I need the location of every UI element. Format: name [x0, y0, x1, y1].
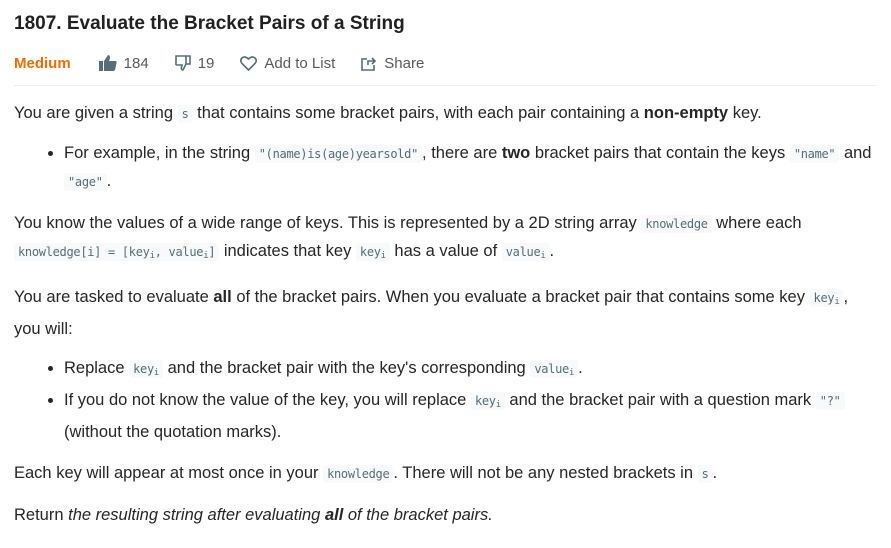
- inline-code: knowledge[i] = [keyi, valuei]: [14, 243, 220, 261]
- text: has a value of: [389, 242, 502, 260]
- inline-code: keyi: [809, 289, 844, 307]
- text: For example, in the string: [64, 144, 255, 162]
- text: where each: [711, 214, 802, 232]
- code-text: value: [534, 362, 569, 376]
- text: Replace: [64, 359, 130, 377]
- code-text: s: [181, 107, 189, 121]
- code-text: , value: [154, 245, 204, 259]
- code-text: "name": [793, 147, 836, 161]
- inline-code: knowledge: [641, 215, 712, 233]
- problem-description: You are given a string s that contains s…: [14, 100, 877, 529]
- code-text: "?": [819, 394, 841, 408]
- code-text: ]: [208, 245, 216, 259]
- inline-code: keyi: [129, 360, 164, 378]
- like-count: 184: [123, 54, 149, 72]
- subscript: i: [380, 251, 386, 261]
- code-text: key: [359, 245, 381, 259]
- inline-code: knowledge: [323, 465, 394, 483]
- text: that contains some bracket pairs, with e…: [192, 104, 644, 122]
- italic-text: the resulting string after evaluating: [68, 506, 325, 524]
- paragraph: You know the values of a wide range of k…: [14, 210, 877, 270]
- code-text: knowledge: [645, 217, 708, 231]
- list-item: For example, in the string "(name)is(age…: [64, 140, 877, 196]
- text: You are given a string: [14, 104, 178, 122]
- dislike-button[interactable]: 19: [174, 54, 215, 72]
- inline-code: valuei: [501, 243, 550, 261]
- code-text: key: [474, 394, 496, 408]
- problem-meta-bar: Medium 184 19 Add to List Share: [14, 41, 877, 86]
- code-text: knowledge[i] = [key: [18, 245, 150, 259]
- code-text: key: [813, 291, 835, 305]
- inline-code: keyi: [355, 243, 390, 261]
- text: Return: [14, 506, 69, 524]
- list-item: Replace keyi and the bracket pair with t…: [64, 355, 877, 387]
- text: indicates that key: [219, 242, 356, 260]
- text: , there are: [422, 144, 502, 162]
- add-to-list-button[interactable]: Add to List: [240, 55, 335, 72]
- text: and the bracket pair with a question mar…: [504, 391, 816, 409]
- text: .: [712, 464, 718, 482]
- inline-code: "age": [64, 173, 107, 191]
- share-label: Share: [384, 54, 425, 72]
- inline-code: "(name)is(age)yearsold": [254, 145, 423, 163]
- subscript: i: [568, 368, 575, 378]
- code-text: s: [701, 467, 709, 481]
- add-to-list-label: Add to List: [264, 54, 336, 72]
- code-text: knowledge: [327, 467, 390, 481]
- text: . There will not be any nested brackets …: [393, 464, 698, 482]
- share-button[interactable]: Share: [361, 55, 424, 72]
- text: and: [839, 144, 872, 162]
- text: Each key will appear at most once in you…: [14, 464, 324, 482]
- bold-text: all: [213, 288, 232, 306]
- text: bracket pairs that contain the keys: [530, 144, 790, 162]
- subscript: i: [834, 297, 840, 307]
- thumbs-up-icon: [98, 55, 117, 71]
- bullet-list: For example, in the string "(name)is(age…: [14, 140, 877, 196]
- paragraph: Each key will appear at most once in you…: [14, 460, 877, 488]
- text: key.: [728, 104, 762, 122]
- bullet-list: Replace keyi and the bracket pair with t…: [14, 355, 877, 446]
- subscript: i: [495, 400, 501, 410]
- text: .: [578, 359, 583, 377]
- problem-title: 1807. Evaluate the Bracket Pairs of a St…: [14, 13, 405, 34]
- inline-code: "?": [815, 392, 845, 410]
- list-item: If you do not know the value of the key,…: [64, 387, 877, 446]
- text: of the bracket pairs. When you evaluate …: [231, 288, 810, 306]
- inline-code: keyi: [470, 392, 505, 410]
- inline-code: s: [177, 105, 193, 123]
- inline-code: valuei: [530, 360, 579, 378]
- share-icon: [361, 56, 377, 71]
- text: You know the values of a wide range of k…: [14, 214, 642, 232]
- subscript: i: [540, 251, 546, 261]
- bold-text: non-empty: [643, 104, 729, 122]
- code-text: "(name)is(age)yearsold": [258, 147, 419, 161]
- paragraph: You are tasked to evaluate all of the br…: [14, 284, 877, 343]
- code-text: key: [133, 362, 154, 376]
- difficulty-label: Medium: [14, 54, 71, 72]
- text: If you do not know the value of the key,…: [64, 391, 471, 409]
- text: (without the quotation marks).: [64, 423, 282, 441]
- thumbs-down-icon: [174, 55, 191, 71]
- paragraph: You are given a string s that contains s…: [14, 100, 877, 128]
- text: .: [549, 242, 555, 260]
- paragraph: Return the resulting string after evalua…: [14, 502, 877, 529]
- inline-code: s: [697, 465, 713, 483]
- heart-icon: [240, 55, 258, 71]
- inline-code: "name": [789, 145, 840, 163]
- text: .: [106, 172, 112, 190]
- code-text: "age": [68, 175, 103, 189]
- subscript: i: [153, 368, 160, 378]
- text: and the bracket pair with the key's corr…: [163, 359, 531, 377]
- like-button[interactable]: 184: [98, 54, 149, 72]
- bold-text: two: [501, 144, 531, 162]
- text: You are tasked to evaluate: [14, 288, 214, 306]
- italic-text: of the bracket pairs.: [343, 506, 493, 524]
- dislike-count: 19: [197, 54, 215, 72]
- bold-italic-text: all: [324, 506, 344, 524]
- code-text: value: [505, 245, 541, 259]
